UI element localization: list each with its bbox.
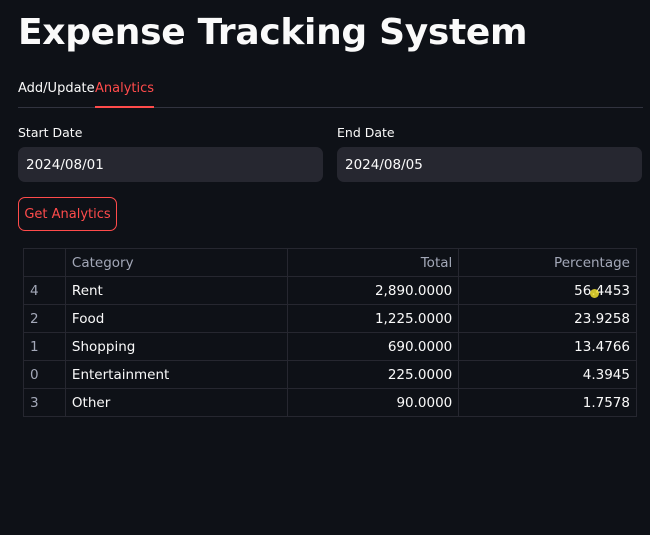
table-row: 4 Rent 2,890.0000 56.4453 [23, 276, 637, 305]
percentage-cell[interactable]: 56.4453 [458, 276, 637, 305]
total-cell[interactable]: 225.0000 [286, 360, 460, 389]
total-cell[interactable]: 90.0000 [286, 388, 460, 417]
total-cell[interactable]: 690.0000 [286, 332, 460, 361]
end-date-input[interactable] [337, 147, 642, 182]
total-cell[interactable]: 2,890.0000 [286, 276, 460, 305]
row-index[interactable]: 4 [23, 276, 66, 305]
start-date-input[interactable] [18, 147, 323, 182]
percentage-cell[interactable]: 4.3945 [458, 360, 637, 389]
column-header-percentage[interactable]: Percentage [458, 248, 637, 277]
category-cell[interactable]: Entertainment [64, 360, 288, 389]
table-row: 1 Shopping 690.0000 13.4766 [23, 332, 637, 361]
row-index[interactable]: 2 [23, 304, 66, 333]
total-cell[interactable]: 1,225.0000 [286, 304, 460, 333]
row-index[interactable]: 0 [23, 360, 66, 389]
tab-bar: Add/Update Analytics [18, 74, 643, 108]
tab-analytics[interactable]: Analytics [95, 81, 155, 108]
start-date-label: Start Date [18, 125, 83, 140]
column-header-index[interactable] [23, 248, 66, 277]
analytics-table: Category Total Percentage 4 Rent 2,890.0… [23, 248, 637, 417]
category-cell[interactable]: Food [64, 304, 288, 333]
table-header-row: Category Total Percentage [23, 248, 637, 277]
mouse-cursor-highlight [590, 289, 599, 298]
tab-add-update[interactable]: Add/Update [18, 81, 95, 106]
row-index[interactable]: 1 [23, 332, 66, 361]
table-row: 0 Entertainment 225.0000 4.3945 [23, 360, 637, 389]
column-header-category[interactable]: Category [64, 248, 288, 277]
percentage-cell[interactable]: 23.9258 [458, 304, 637, 333]
percentage-cell[interactable]: 1.7578 [458, 388, 637, 417]
page-title: Expense Tracking System [18, 12, 528, 53]
category-cell[interactable]: Other [64, 388, 288, 417]
category-cell[interactable]: Rent [64, 276, 288, 305]
end-date-label: End Date [337, 125, 395, 140]
percentage-cell[interactable]: 13.4766 [458, 332, 637, 361]
table-row: 3 Other 90.0000 1.7578 [23, 388, 637, 417]
get-analytics-button[interactable]: Get Analytics [18, 197, 117, 231]
column-header-total[interactable]: Total [286, 248, 460, 277]
category-cell[interactable]: Shopping [64, 332, 288, 361]
row-index[interactable]: 3 [23, 388, 66, 417]
table-row: 2 Food 1,225.0000 23.9258 [23, 304, 637, 333]
